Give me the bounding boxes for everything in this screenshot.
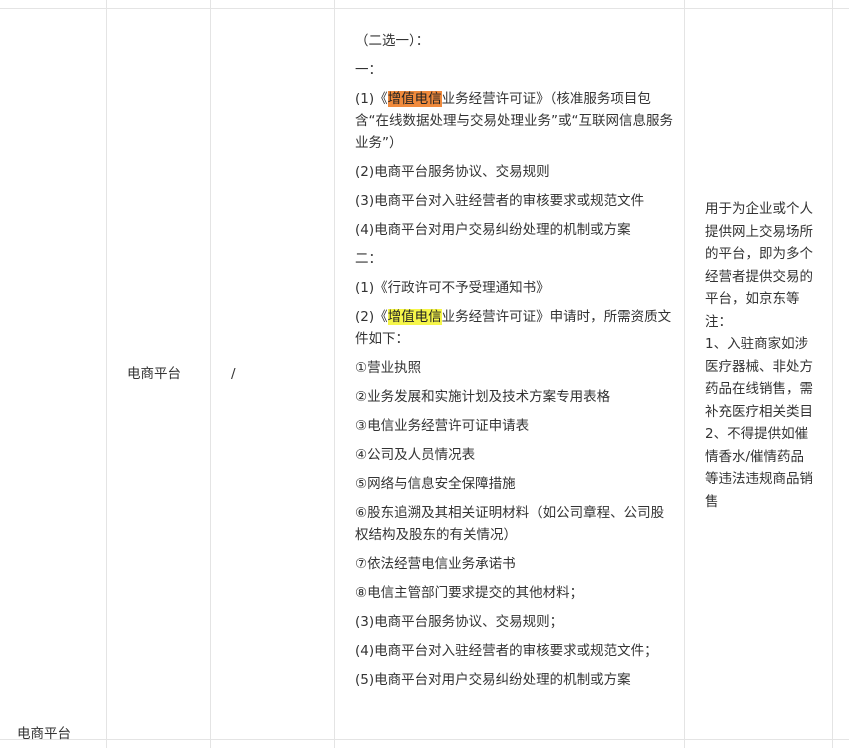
- requirement-item: (4)电商平台对入驻经营者的审核要求或规范文件；: [355, 643, 658, 659]
- remark-cell: 用于为企业或个人提供网上交易场所的平台，即为多个经营者提供交易的平台，如京东等 …: [705, 198, 817, 513]
- item-prefix: (2)《: [355, 309, 388, 325]
- table-top-border: [0, 8, 849, 9]
- remark-note-item: 2、不得提供如催情香水/催情药品等违法违规商品销售: [705, 426, 813, 510]
- highlighted-term: 增值电信: [387, 309, 442, 325]
- requirement-item: (2)《增值电信业务经营许可证》申请时，所需资质文件如下：: [355, 306, 673, 350]
- requirement-item: (2)电商平台服务协议、交易规则: [355, 164, 550, 180]
- remark-note-label: 注：: [705, 313, 732, 330]
- option-one-label: 一：: [355, 62, 382, 78]
- doc-item: ⑥股东追溯及其相关证明材料（如公司章程、公司股权结构及股东的有关情况）: [355, 505, 665, 543]
- column-divider: [832, 0, 833, 748]
- business-type-cell: 电商平台: [127, 366, 181, 382]
- requirements-cell: （二选一）： 一： (1)《增值电信业务经营许可证》（核准服务项目包含“在线数据…: [355, 30, 673, 698]
- requirement-item: (3)电商平台服务协议、交易规则；: [355, 614, 564, 630]
- highlighted-term: 增值电信: [387, 91, 442, 107]
- doc-item: ⑧电信主管部门要求提交的其他材料；: [355, 585, 584, 601]
- item-prefix: (1)《: [355, 91, 388, 107]
- requirements-intro: （二选一）：: [355, 33, 430, 49]
- category-cell: 电商平台: [17, 726, 71, 742]
- requirement-item: (3)电商平台对入驻经营者的审核要求或规范文件: [355, 193, 645, 209]
- requirement-item: (4)电商平台对用户交易纠纷处理的机制或方案: [355, 222, 631, 238]
- doc-item: ⑦依法经营电信业务承诺书: [355, 556, 516, 572]
- license-cell: /: [231, 366, 236, 382]
- column-divider: [334, 0, 335, 748]
- remark-note-item: 1、入驻商家如涉医疗器械、非处方药品在线销售，需补充医疗相关类目: [705, 336, 813, 420]
- doc-item: ⑤网络与信息安全保障措施: [355, 476, 516, 492]
- doc-item: ①营业执照: [355, 360, 422, 376]
- remark-description: 用于为企业或个人提供网上交易场所的平台，即为多个经营者提供交易的平台，如京东等: [705, 201, 813, 307]
- column-divider: [210, 0, 211, 748]
- table-row-border: [0, 739, 849, 740]
- doc-item: ④公司及人员情况表: [355, 447, 476, 463]
- doc-item: ③电信业务经营许可证申请表: [355, 418, 530, 434]
- requirement-item: (1)《行政许可不予受理通知书》: [355, 280, 550, 296]
- requirement-item: (5)电商平台对用户交易纠纷处理的机制或方案: [355, 672, 631, 688]
- requirement-item: (1)《增值电信业务经营许可证》（核准服务项目包含“在线数据处理与交易处理业务”…: [355, 88, 673, 154]
- column-divider: [106, 0, 107, 748]
- doc-item: ②业务发展和实施计划及技术方案专用表格: [355, 389, 611, 405]
- option-two-label: 二：: [355, 251, 382, 267]
- column-divider: [684, 0, 685, 748]
